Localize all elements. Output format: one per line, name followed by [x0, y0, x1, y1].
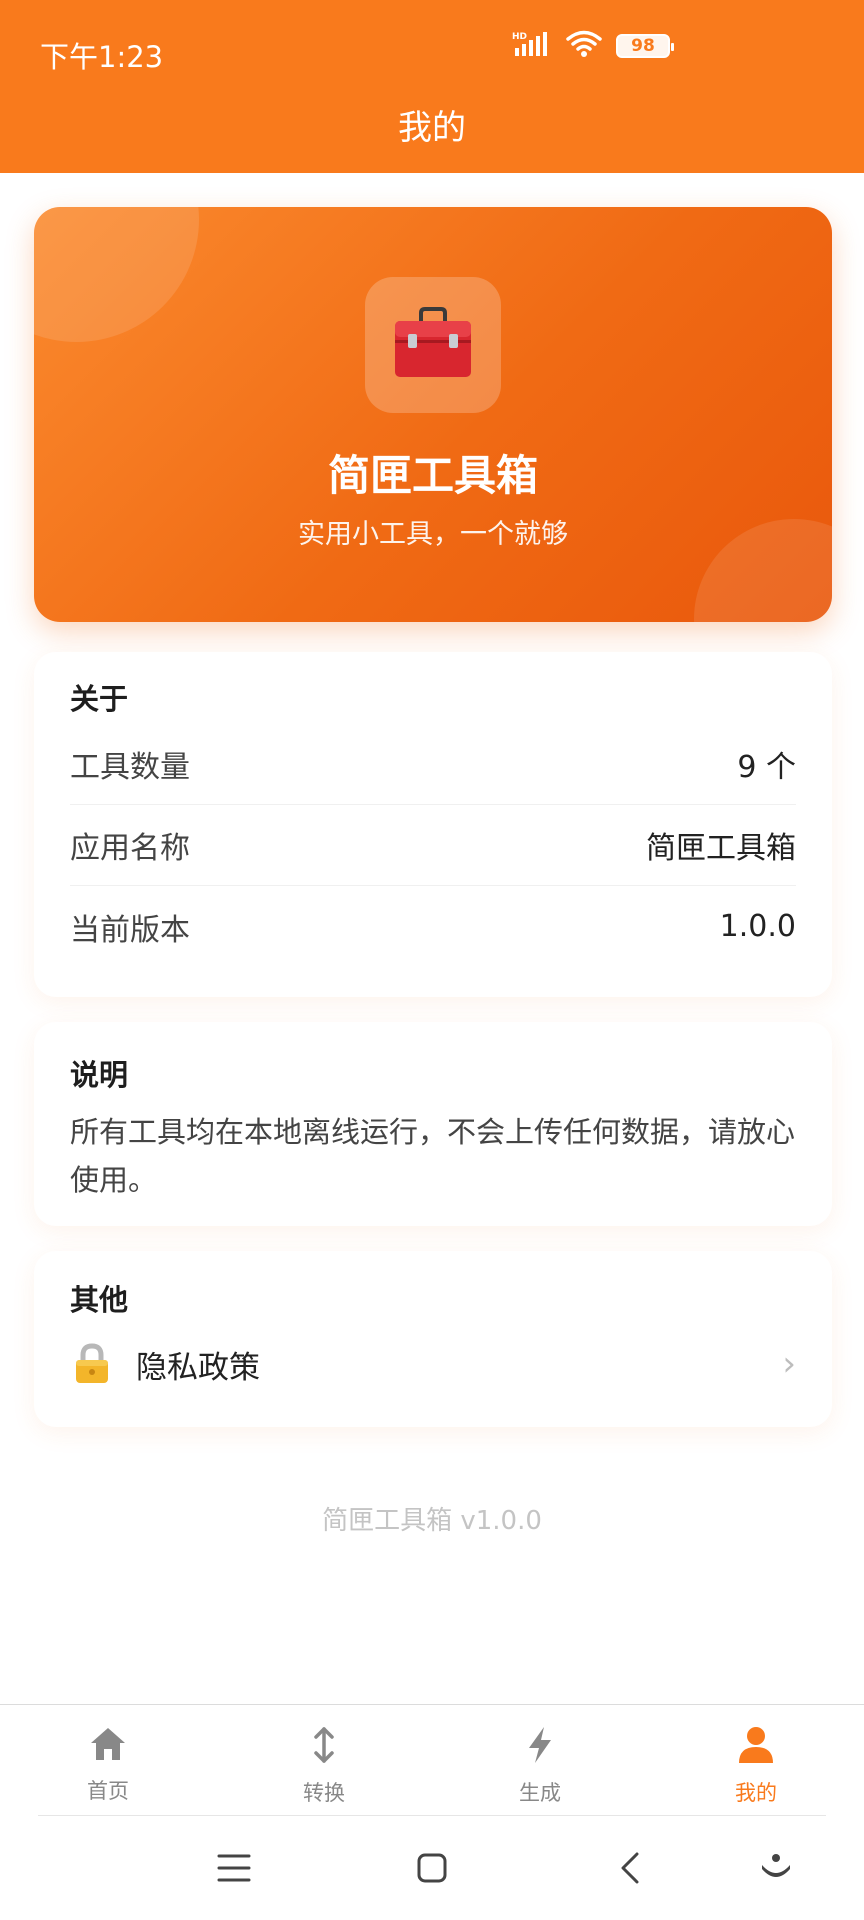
battery-icon: 98	[616, 34, 674, 58]
chevron-right-icon: ›	[782, 1344, 796, 1384]
status-icons: HD 98	[512, 30, 674, 62]
tab-convert[interactable]: 转换	[216, 1705, 432, 1816]
footer-version: 简匣工具箱 v1.0.0	[322, 1506, 542, 1536]
row-value: 1.0.0	[719, 909, 796, 944]
system-nav-bar	[0, 1816, 864, 1920]
other-title: 其他	[70, 1283, 129, 1317]
toolbox-icon	[365, 277, 501, 413]
home-icon	[88, 1725, 128, 1767]
tab-home[interactable]: 首页	[0, 1705, 216, 1816]
tab-generate[interactable]: 生成	[432, 1705, 648, 1816]
app-bar: 下午1:23 HD 98 我的	[0, 0, 864, 173]
home-square-icon[interactable]	[412, 1848, 452, 1888]
tab-label: 首页	[87, 1779, 129, 1803]
decorative-circle	[34, 207, 199, 342]
privacy-policy-item[interactable]: 隐私政策 ›	[70, 1337, 796, 1391]
privacy-policy-label: 隐私政策	[136, 1349, 260, 1386]
row-label: 工具数量	[70, 750, 190, 785]
signal-icon: HD	[512, 30, 552, 62]
info-row-version: 当前版本 1.0.0	[70, 886, 796, 967]
lock-icon	[70, 1343, 114, 1385]
tab-label: 生成	[519, 1781, 561, 1805]
tab-label: 转换	[303, 1781, 345, 1805]
app-name: 简匣工具箱	[327, 451, 538, 500]
description-text: 所有工具均在本地离线运行，不会上传任何数据，请放心使用。	[70, 1115, 796, 1197]
wifi-icon	[566, 30, 602, 62]
app-slogan: 实用小工具，一个就够	[298, 519, 568, 550]
assistant-icon[interactable]	[756, 1848, 796, 1888]
row-value: 9 个	[737, 750, 796, 785]
back-icon[interactable]	[610, 1848, 650, 1888]
row-value: 简匣工具箱	[646, 831, 796, 866]
about-title: 关于	[70, 682, 129, 716]
lightning-icon	[520, 1725, 560, 1769]
about-card: 关于 工具数量 9 个 应用名称 简匣工具箱 当前版本 1.0.0	[34, 652, 832, 997]
swap-vertical-icon	[304, 1725, 344, 1769]
svg-text:HD: HD	[512, 32, 527, 42]
page-title: 我的	[398, 108, 466, 148]
info-row-tool-count: 工具数量 9 个	[70, 724, 796, 805]
tab-label: 我的	[735, 1781, 777, 1805]
row-label: 应用名称	[70, 831, 190, 866]
person-icon	[736, 1725, 776, 1769]
info-row-app-name: 应用名称 简匣工具箱	[70, 805, 796, 886]
app-hero-card: 简匣工具箱 实用小工具，一个就够	[34, 207, 832, 622]
status-time: 下午1:23	[40, 40, 164, 74]
battery-level: 98	[631, 36, 655, 56]
menu-icon[interactable]	[214, 1848, 254, 1888]
tab-mine[interactable]: 我的	[648, 1705, 864, 1816]
bottom-tab-bar: 首页 转换 生成 我的	[0, 1704, 864, 1816]
description-card: 说明 所有工具均在本地离线运行，不会上传任何数据，请放心使用。	[34, 1022, 832, 1226]
description-title: 说明	[70, 1058, 129, 1092]
other-card: 其他 隐私政策 ›	[34, 1251, 832, 1427]
row-label: 当前版本	[70, 912, 190, 948]
